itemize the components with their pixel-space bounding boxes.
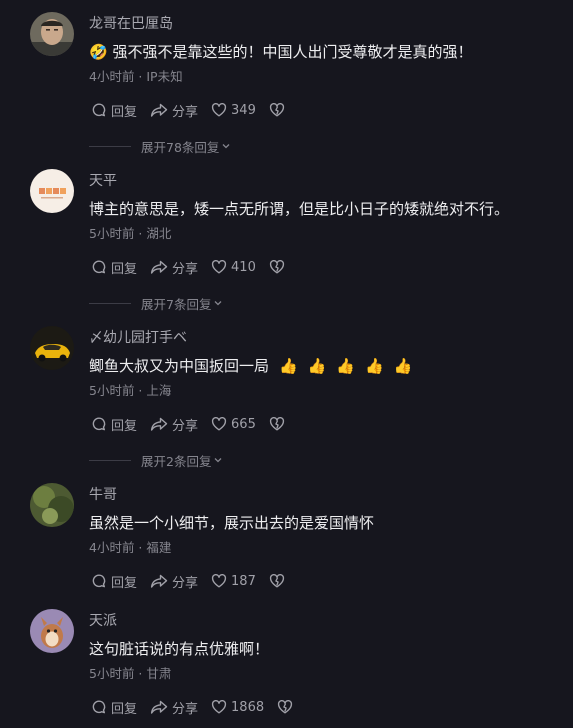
share-icon (150, 102, 168, 118)
comment-text: 鲫鱼大叔又为中国扳回一局 👍 👍 👍 👍 👍 (89, 357, 413, 375)
like-button[interactable]: 187 (211, 573, 256, 589)
reply-button[interactable]: 回复 (91, 698, 137, 717)
comment-meta: 4小时前 · 福建 (89, 540, 172, 555)
thumbs-up-emoji: 👍 (365, 357, 384, 375)
share-button[interactable]: 分享 (150, 101, 198, 120)
reply-icon (91, 259, 107, 275)
thumbs-up-emoji: 👍 (393, 357, 413, 375)
avatar[interactable] (30, 169, 74, 213)
like-heart-icon (211, 573, 227, 589)
expand-replies-button[interactable]: 展开78条回复 (89, 137, 231, 155)
thumbs-up-emoji: 👍 (307, 357, 327, 375)
dislike-button[interactable] (269, 416, 289, 432)
avatar[interactable] (30, 609, 74, 653)
dislike-button[interactable] (269, 573, 289, 589)
comment-text: 虽然是一个小细节，展示出去的是爱国情怀 (89, 514, 375, 532)
like-heart-icon (211, 699, 227, 715)
thumbs-up-emoji: 👍 (336, 357, 356, 375)
reply-icon (91, 102, 107, 118)
reply-button[interactable]: 回复 (91, 258, 137, 277)
dislike-heart-icon (269, 416, 285, 432)
like-button[interactable]: 349 (211, 102, 256, 118)
user-name[interactable]: 龙哥在巴厘岛 (89, 13, 173, 33)
avatar[interactable] (30, 12, 74, 56)
laughing-emoji: 🤣 (89, 43, 108, 61)
chevron-down-icon (213, 298, 223, 308)
share-button[interactable]: 分享 (150, 258, 198, 277)
reply-icon (91, 699, 107, 715)
chevron-down-icon (213, 455, 223, 465)
user-name[interactable]: 天平 (89, 170, 117, 190)
comment-meta: 5小时前 · 湖北 (89, 226, 172, 241)
share-button[interactable]: 分享 (150, 415, 198, 434)
share-button[interactable]: 分享 (150, 698, 198, 717)
like-button[interactable]: 665 (211, 416, 256, 432)
comment-text: 博主的意思是，矮一点无所谓，但是比小日子的矮就绝对不行。 (89, 200, 510, 218)
comment-meta: 5小时前 · 甘肃 (89, 666, 172, 681)
like-heart-icon (211, 259, 227, 275)
like-button[interactable]: 1868 (211, 699, 264, 715)
chevron-down-icon (221, 141, 231, 151)
dislike-button[interactable] (269, 102, 289, 118)
comment-meta: 5小时前 · 上海 (89, 383, 172, 398)
user-name[interactable]: 〆幼儿园打手ベ (89, 327, 187, 347)
share-icon (150, 416, 168, 432)
comment-actions: 回复 分享 665 (91, 413, 302, 435)
like-heart-icon (211, 102, 227, 118)
avatar[interactable] (30, 326, 74, 370)
divider (89, 145, 131, 147)
like-heart-icon (211, 416, 227, 432)
thumbs-up-emoji: 👍 (279, 357, 298, 375)
comment-text: 这句脏话说的有点优雅啊！ (89, 640, 270, 658)
dislike-heart-icon (269, 102, 285, 118)
user-name[interactable]: 牛哥 (89, 484, 117, 504)
dislike-heart-icon (269, 573, 285, 589)
comment-actions: 回复 分享 410 (91, 256, 302, 278)
expand-replies-button[interactable]: 展开7条回复 (89, 294, 223, 312)
divider (89, 302, 131, 304)
dislike-heart-icon (269, 259, 285, 275)
reply-button[interactable]: 回复 (91, 572, 137, 591)
dislike-heart-icon (277, 699, 293, 715)
reply-icon (91, 416, 107, 432)
comment-text: 🤣 强不强不是靠这些的！中国人出门受尊敬才是真的强！ (89, 43, 473, 61)
share-icon (150, 699, 168, 715)
like-button[interactable]: 410 (211, 259, 256, 275)
expand-replies-button[interactable]: 展开2条回复 (89, 451, 223, 469)
reply-button[interactable]: 回复 (91, 415, 137, 434)
user-name[interactable]: 天派 (89, 610, 117, 630)
comment-actions: 回复 分享 1868 (91, 696, 310, 718)
share-icon (150, 573, 168, 589)
divider (89, 459, 131, 461)
share-button[interactable]: 分享 (150, 572, 198, 591)
comment-actions: 回复 分享 187 (91, 570, 302, 592)
dislike-button[interactable] (277, 699, 297, 715)
reply-icon (91, 573, 107, 589)
comment-meta: 4小时前 · IP未知 (89, 69, 183, 84)
dislike-button[interactable] (269, 259, 289, 275)
reply-button[interactable]: 回复 (91, 101, 137, 120)
share-icon (150, 259, 168, 275)
avatar[interactable] (30, 483, 74, 527)
comment-actions: 回复 分享 349 (91, 99, 302, 121)
